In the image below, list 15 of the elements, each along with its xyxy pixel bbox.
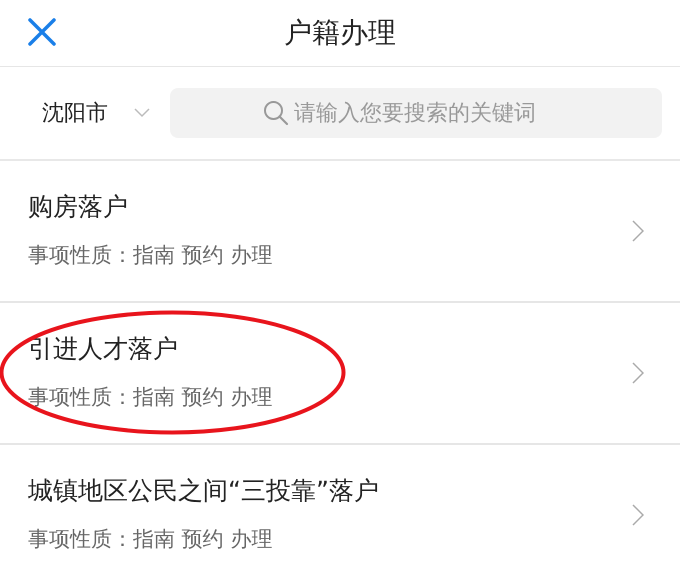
chevron-right-icon (632, 220, 644, 242)
page-title: 户籍办理 (284, 15, 396, 51)
item-title: 购房落户 (28, 190, 129, 222)
item-title: 城镇地区公民之间“三投靠”落户 (28, 474, 380, 506)
chevron-right-icon (632, 504, 644, 526)
list-item[interactable]: 城镇地区公民之间“三投靠”落户 事项性质：指南 预约 办理 (0, 445, 680, 563)
search-field[interactable]: 请输入您要搜索的关键词 (170, 88, 662, 138)
chevron-right-icon (632, 362, 644, 384)
item-attributes: 事项性质：指南 预约 办理 (28, 384, 274, 410)
item-attributes: 事项性质：指南 预约 办理 (28, 526, 274, 552)
city-selector[interactable]: 沈阳市 (42, 98, 108, 128)
item-attributes: 事项性质：指南 预约 办理 (28, 242, 274, 268)
list-item[interactable]: 购房落户 事项性质：指南 预约 办理 (0, 161, 680, 303)
close-icon[interactable] (27, 17, 57, 47)
search-icon (263, 100, 289, 126)
